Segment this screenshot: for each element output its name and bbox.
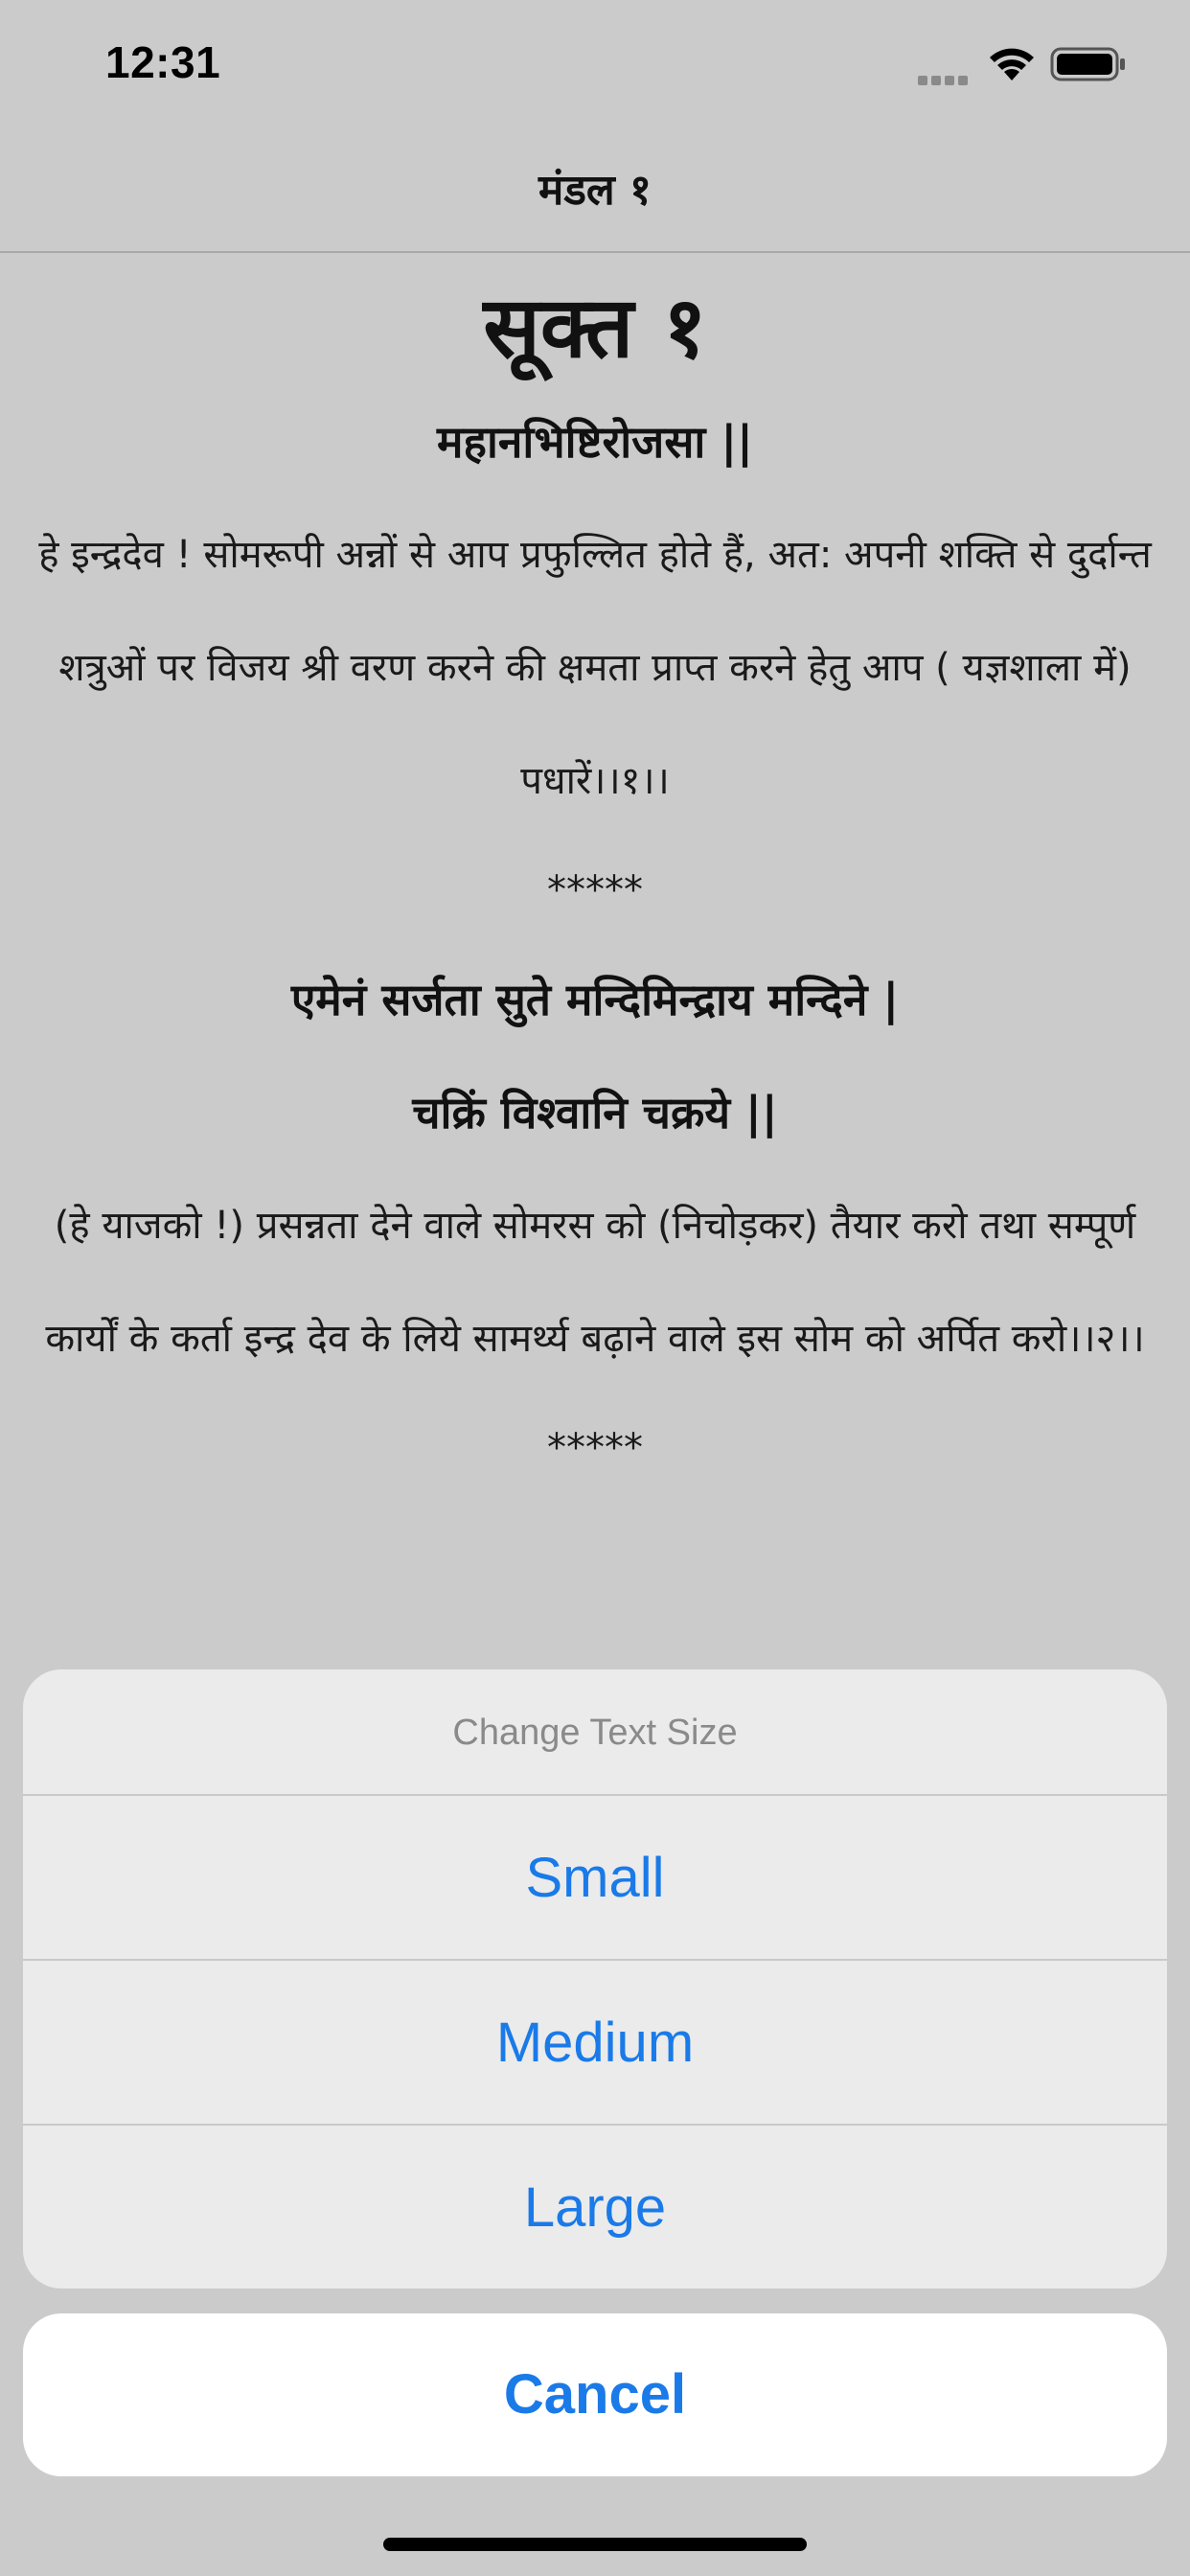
battery-icon — [1050, 46, 1127, 82]
status-time: 12:31 — [105, 37, 221, 87]
scripture-content[interactable]: सूक्त १ महानभिष्टिरोजसा || हे इन्द्रदेव … — [0, 261, 1190, 1501]
large-text-option[interactable]: Large — [23, 2126, 1167, 2288]
small-text-option[interactable]: Small — [23, 1796, 1167, 1961]
verse-separator: ***** — [547, 1426, 643, 1470]
signal-icon — [918, 71, 972, 85]
navigation-bar: मंडल १ — [0, 126, 1190, 253]
sukta-heading: सूक्त १ — [483, 278, 707, 377]
status-bar: 12:31 — [0, 0, 1190, 126]
verse-line: एमेनं सर्जता सुते मन्दिमिन्द्राय मन्दिने… — [290, 974, 900, 1025]
wifi-icon — [985, 44, 1039, 82]
medium-text-option[interactable]: Medium — [23, 1961, 1167, 2126]
home-indicator[interactable] — [383, 2538, 807, 2551]
verse-translation: (हे याजको !) प्रसन्नता देने वाले सोमरस क… — [45, 1204, 1145, 1361]
action-sheet-title: Change Text Size — [23, 1669, 1167, 1796]
verse-line: चक्रिं विश्वानि चक्रये || — [412, 1087, 778, 1138]
text-size-action-sheet: Change Text Size Small Medium Large — [23, 1669, 1167, 2288]
verse-line: महानभिष्टिरोजसा || — [437, 416, 753, 468]
nav-title: मंडल १ — [538, 166, 652, 215]
verse-separator: ***** — [547, 868, 643, 912]
verse-translation: हे इन्द्रदेव ! सोमरूपी अन्नों से आप प्रफ… — [38, 533, 1152, 803]
cancel-button[interactable]: Cancel — [23, 2313, 1167, 2476]
